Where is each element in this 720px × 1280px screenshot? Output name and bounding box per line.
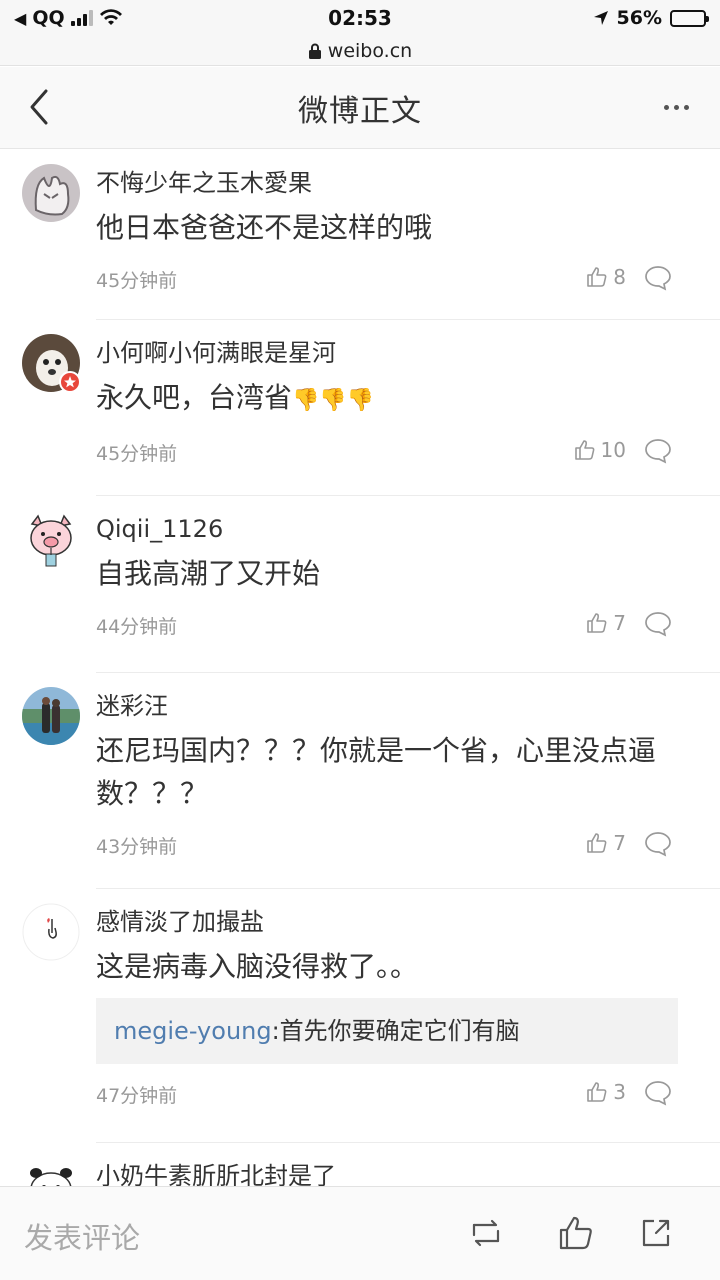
bottom-toolbar: 发表评论 [0, 1186, 720, 1280]
like-count: 10 [600, 438, 626, 462]
comment-item: 迷彩汪 还尼玛国内？？？你就是一个省，心里没点逼数？？？ 43分钟前 7 [22, 673, 720, 889]
thumbs-up-icon[interactable] [556, 1213, 596, 1253]
thumbs-up-icon [587, 613, 607, 633]
like-button[interactable]: 7 [585, 611, 626, 635]
comment-item: 小奶牛素肵肵北封是了 [22, 1143, 720, 1186]
comment-time: 47分钟前 [96, 1084, 178, 1107]
signal-icon [70, 10, 93, 26]
comment-time: 45分钟前 [96, 269, 178, 292]
status-bar: ◀ QQ 02:53 56% [0, 0, 720, 36]
like-button[interactable]: 7 [585, 831, 626, 855]
repost-icon[interactable] [466, 1213, 506, 1253]
like-count: 3 [613, 1080, 626, 1104]
comment-bubble-icon[interactable] [644, 611, 672, 637]
like-count: 8 [613, 265, 626, 289]
avatar[interactable] [22, 1157, 80, 1186]
reply-quote[interactable]: megie-young:首先你要确定它们有脑 [96, 998, 678, 1064]
comment-author[interactable]: Qiqii_1126 [96, 510, 700, 544]
comment-bubble-icon[interactable] [644, 265, 672, 291]
battery-icon [670, 9, 709, 27]
url-domain: weibo.cn [327, 39, 413, 62]
wifi-icon [99, 9, 122, 25]
compose-comment-button[interactable]: 发表评论 [24, 1215, 140, 1257]
like-button[interactable]: 3 [585, 1080, 626, 1104]
comment-text: 他日本爸爸还不是这样的哦 [96, 211, 433, 244]
like-count: 7 [613, 831, 626, 855]
comment-author[interactable]: 迷彩汪 [96, 687, 700, 721]
comment-text: 自我高潮了又开始 [96, 557, 321, 590]
like-count: 7 [613, 611, 626, 635]
comment-text: 还尼玛国内？？？你就是一个省，心里没点逼数？？？ [96, 734, 657, 810]
comment-time: 43分钟前 [96, 835, 178, 858]
thumbs-down-emoji: 👎👎👎 [292, 388, 375, 413]
reply-text: :首先你要确定它们有脑 [271, 1017, 520, 1045]
comment-author[interactable]: 小何啊小何满眼是星河 [96, 334, 700, 368]
avatar[interactable] [22, 687, 80, 745]
location-arrow-icon [593, 11, 608, 25]
clock: 02:53 [328, 6, 392, 30]
comment-text: 这是病毒入脑没得救了。。 [96, 950, 419, 983]
comment-bubble-icon[interactable] [644, 438, 672, 464]
back-to-app-icon[interactable]: ◀ [14, 9, 26, 28]
comment-author[interactable]: 不悔少年之玉木愛果 [96, 164, 700, 198]
comment-author[interactable]: 小奶牛素肵肵北封是了 [96, 1157, 700, 1186]
url-bar[interactable]: weibo.cn [0, 36, 720, 66]
thumbs-up-icon [587, 1082, 607, 1102]
thumbs-up-icon [574, 440, 594, 460]
more-dots-icon[interactable] [664, 93, 698, 121]
share-icon[interactable] [636, 1213, 676, 1253]
comment-item: 感情淡了加撮盐 这是病毒入脑没得救了。。 megie-young:首先你要确定它… [22, 889, 720, 1143]
comment-bubble-icon[interactable] [644, 1080, 672, 1106]
page-title: 微博正文 [298, 93, 422, 129]
comment-time: 44分钟前 [96, 615, 178, 638]
comment-item: 小何啊小何满眼是星河 永久吧，台湾省👎👎👎 45分钟前 10 [22, 320, 720, 496]
comment-time: 45分钟前 [96, 442, 178, 465]
comment-bubble-icon[interactable] [644, 831, 672, 857]
thumbs-up-icon [587, 267, 607, 287]
nav-bar: 微博正文 [0, 67, 720, 149]
chevron-left-icon[interactable] [22, 87, 62, 127]
thumbs-up-icon [587, 833, 607, 853]
comment-list: 不悔少年之玉木愛果 他日本爸爸还不是这样的哦 45分钟前 8 小何啊小何满眼是星… [0, 150, 720, 1186]
like-button[interactable]: 10 [573, 438, 626, 462]
reply-author-link[interactable]: megie-young [114, 1017, 272, 1045]
lock-icon [308, 43, 321, 59]
avatar[interactable] [22, 510, 80, 568]
avatar[interactable] [22, 903, 80, 961]
comment-text: 永久吧，台湾省👎👎👎 [96, 381, 375, 414]
comment-item: 不悔少年之玉木愛果 他日本爸爸还不是这样的哦 45分钟前 8 [22, 150, 720, 320]
battery-percent: 56% [616, 7, 662, 29]
carrier-label: QQ [32, 7, 65, 29]
comment-item: Qiqii_1126 自我高潮了又开始 44分钟前 7 [22, 496, 720, 673]
avatar[interactable] [22, 334, 81, 393]
comment-author[interactable]: 感情淡了加撮盐 [96, 903, 700, 937]
avatar[interactable] [22, 164, 80, 222]
like-button[interactable]: 8 [585, 265, 626, 289]
